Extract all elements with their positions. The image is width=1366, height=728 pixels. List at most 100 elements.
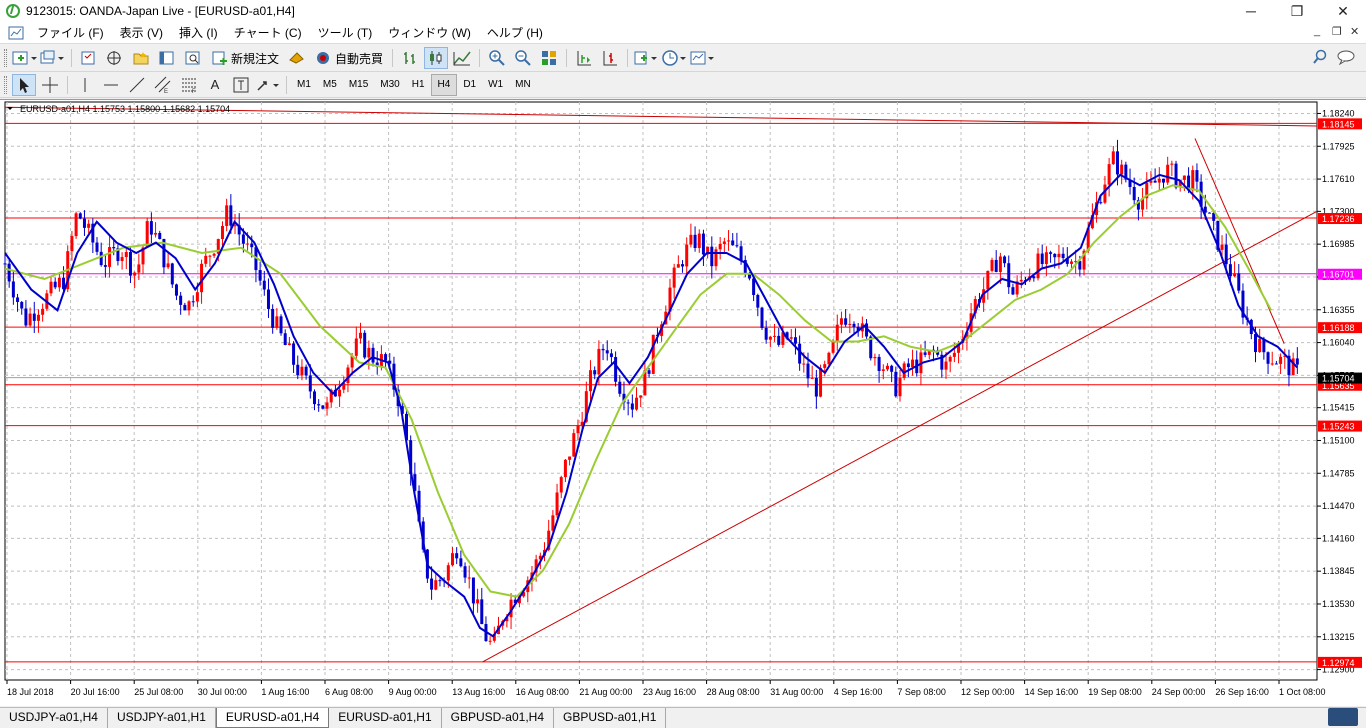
candle-body [308,375,312,392]
search-icon[interactable] [1312,49,1328,68]
candle-body [467,577,471,579]
tile-windows-icon[interactable] [537,47,561,69]
tab-gbpusd-h1[interactable]: GBPUSD-a01,H1 [554,708,667,728]
candle-body [773,335,777,337]
navigator-icon[interactable] [129,47,153,69]
candle-body [1228,264,1232,277]
autotrade-button[interactable]: 自動売買 [311,47,387,69]
autoscroll-icon[interactable] [598,47,622,69]
minimize-button[interactable]: ─ [1228,0,1274,22]
candle-body [296,364,300,376]
strategy-tester-icon[interactable] [181,47,205,69]
text-tool-button[interactable]: A [203,74,227,96]
new-chart-button[interactable] [12,47,38,69]
menu-bar: ファイル (F) 表示 (V) 挿入 (I) チャート (C) ツール (T) … [0,22,1366,44]
zoom-out-icon[interactable] [511,47,535,69]
menu-tools[interactable]: ツール (T) [310,22,381,44]
price-tick-label: 1.14785 [1322,468,1355,478]
timeframe-m5[interactable]: M5 [317,74,343,96]
cursor-icon[interactable] [12,73,36,96]
candle-body [789,337,793,339]
text-label-icon[interactable] [229,74,253,96]
candle-body [32,313,36,321]
chat-icon[interactable] [1337,49,1357,68]
new-order-button[interactable]: 新規注文 [207,47,283,69]
candle-body [877,356,881,371]
menu-insert[interactable]: 挿入 (I) [171,22,226,44]
timeframe-h4[interactable]: H4 [430,73,458,96]
candle-body [28,313,32,326]
crosshair-icon[interactable] [38,74,62,96]
timeframe-h1[interactable]: H1 [406,74,431,96]
trendline-icon[interactable] [125,74,149,96]
tab-gbpusd-h4[interactable]: GBPUSD-a01,H4 [441,708,554,728]
menu-window[interactable]: ウィンドウ (W) [380,22,479,44]
candle-body [806,363,810,379]
timeframe-m30[interactable]: M30 [374,74,405,96]
candle-body [103,265,107,267]
candle-body [220,225,224,240]
fibonacci-icon[interactable]: F [177,74,201,96]
candle-body [317,404,321,406]
tab-eurusd-h1[interactable]: EURUSD-a01,H1 [329,708,442,728]
text-tool-label: A [210,77,220,92]
price-axis: 1.182401.179251.176101.173001.169851.166… [1317,108,1355,675]
tab-eurusd-h4[interactable]: EURUSD-a01,H4 [215,708,330,728]
arrows-icon[interactable] [255,74,281,96]
terminal-icon[interactable] [155,47,179,69]
mdi-chart-icon[interactable] [5,25,27,41]
time-tick-label: 1 Oct 08:00 [1279,687,1326,697]
time-tick-label: 28 Aug 08:00 [707,687,760,697]
mdi-restore-button[interactable]: ❐ [1332,25,1342,38]
candlestick-icon[interactable] [424,47,449,69]
candle-body [166,263,170,268]
equidistant-channel-icon[interactable]: E [151,74,175,96]
candle-body [271,308,275,328]
menu-chart[interactable]: チャート (C) [226,22,310,44]
price-level-label: 1.12974 [1322,658,1355,668]
chart-window[interactable]: 1.182401.179251.176101.173001.169851.166… [0,99,1366,706]
metaeditor-icon[interactable] [285,47,309,69]
candle-body [710,246,714,267]
candle-body [563,459,567,478]
timeframe-w1[interactable]: W1 [482,74,509,96]
tab-usdjpy-h4[interactable]: USDJPY-a01,H4 [0,708,108,728]
timeframe-mn[interactable]: MN [509,74,537,96]
horizontal-line-icon[interactable] [99,74,123,96]
time-tick-label: 20 Jul 16:00 [71,687,120,697]
candle-body [1120,164,1124,175]
timeframe-m15[interactable]: M15 [343,74,374,96]
menu-view[interactable]: 表示 (V) [112,22,171,44]
templates-icon[interactable] [689,47,715,69]
mdi-close-button[interactable]: ✕ [1350,25,1359,38]
maximize-button[interactable]: ❐ [1274,0,1320,22]
tab-usdjpy-h1[interactable]: USDJPY-a01,H1 [107,708,216,728]
vertical-line-icon[interactable] [73,74,97,96]
market-watch-icon[interactable] [77,47,101,69]
timeframe-m1[interactable]: M1 [291,74,317,96]
candle-body [191,301,195,303]
window-title: 9123015: OANDA-Japan Live - [EURUSD-a01,… [26,4,295,18]
time-tick-label: 6 Aug 08:00 [325,687,373,697]
candle-body [605,350,609,354]
candle-body [739,246,743,261]
price-chart[interactable]: 1.182401.179251.176101.173001.169851.166… [0,100,1366,707]
candle-body [354,338,358,356]
chart-shift-icon[interactable] [572,47,596,69]
time-tick-label: 23 Aug 16:00 [643,687,696,697]
zoom-in-icon[interactable] [485,47,509,69]
candle-body [1237,273,1241,291]
mdi-minimize-button[interactable]: _ [1314,25,1320,37]
periods-icon[interactable] [661,47,687,69]
close-button[interactable]: ✕ [1320,0,1366,22]
price-tick-label: 1.14160 [1322,533,1355,543]
line-chart-icon[interactable] [450,47,474,69]
indicators-icon[interactable] [633,47,659,69]
data-window-icon[interactable] [103,47,127,69]
candle-body [99,251,103,266]
timeframe-d1[interactable]: D1 [457,74,482,96]
menu-file[interactable]: ファイル (F) [29,22,112,44]
menu-help[interactable]: ヘルプ (H) [479,22,551,44]
bar-chart-icon[interactable] [398,47,422,69]
profiles-button[interactable] [40,47,66,69]
